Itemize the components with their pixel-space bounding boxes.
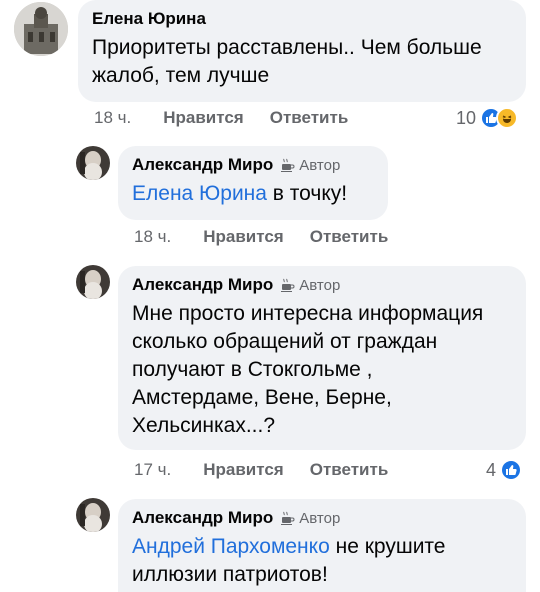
comment-bubble: Елена Юрина Приоритеты расставлены.. Чем… (78, 0, 526, 102)
comment-text: Мне просто интересна информация сколько … (132, 302, 484, 437)
cathedral-avatar-icon (14, 2, 68, 56)
comment-author[interactable]: Александр Миро (132, 508, 273, 528)
author-badge: Автор (279, 510, 340, 527)
avatar[interactable] (76, 146, 110, 180)
reaction-summary[interactable]: 4 (486, 458, 523, 482)
coffee-cup-icon (281, 158, 295, 172)
like-button[interactable]: Нравится (163, 108, 244, 128)
elder-portrait-avatar-icon (76, 146, 110, 180)
reaction-summary[interactable]: 10 (456, 106, 519, 130)
mention-link[interactable]: Елена Юрина (132, 182, 267, 205)
comment-author[interactable]: Александр Миро (132, 275, 273, 295)
coffee-cup-icon (281, 278, 295, 292)
mention-link[interactable]: Андрей Пархоменко (132, 535, 330, 558)
like-button[interactable]: Нравится (203, 227, 284, 247)
author-badge-label: Автор (299, 156, 341, 174)
reaction-count: 4 (486, 459, 497, 480)
elder-portrait-avatar-icon (76, 265, 110, 299)
comment-actions: 17 ч. Нравится Ответить (134, 459, 388, 481)
reply-button[interactable]: Ответить (310, 460, 389, 480)
reply-button[interactable]: Ответить (310, 227, 389, 247)
comment-text: Елена Юрина в точку! (132, 182, 348, 205)
like-icon (500, 459, 523, 481)
author-badge-label: Автор (299, 276, 341, 294)
comment-text: Приоритеты расставлены.. Чем больше жало… (92, 36, 482, 87)
comment-time[interactable]: 18 ч. (94, 108, 131, 128)
comment-author[interactable]: Елена Юрина (92, 9, 206, 29)
comment-time[interactable]: 17 ч. (134, 460, 171, 480)
avatar[interactable] (76, 265, 110, 299)
haha-icon (496, 107, 519, 129)
comment-actions: 18 ч. Нравится Ответить (94, 107, 348, 129)
elder-portrait-avatar-icon (76, 498, 110, 532)
avatar[interactable] (76, 498, 110, 532)
coffee-cup-icon (281, 511, 295, 525)
comment-bubble: Александр Миро Автор Андрей Пархоменко н… (118, 499, 526, 592)
reaction-count: 10 (456, 107, 477, 128)
author-badge-label: Автор (299, 509, 341, 527)
author-badge: Автор (279, 277, 340, 294)
reply-button[interactable]: Ответить (270, 108, 349, 128)
like-button[interactable]: Нравится (203, 460, 284, 480)
comment-bubble: Александр Миро Автор Елена Юрина в точку… (118, 146, 388, 220)
avatar[interactable] (14, 2, 68, 56)
comment-actions: 18 ч. Нравится Ответить (134, 226, 388, 248)
comment-time[interactable]: 18 ч. (134, 227, 171, 247)
comment-text: Андрей Пархоменко не крушите иллюзии пат… (132, 535, 446, 586)
comment-author[interactable]: Александр Миро (132, 155, 273, 175)
comment-bubble: Александр Миро Автор Мне просто интересн… (118, 266, 526, 450)
author-badge: Автор (279, 157, 340, 174)
